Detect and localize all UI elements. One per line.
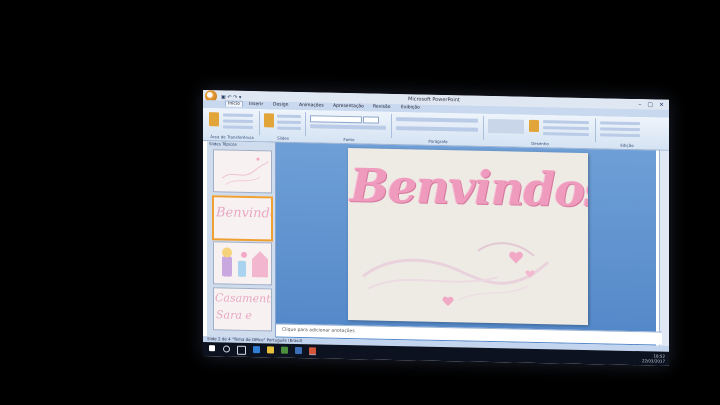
slide-thumbnail-4[interactable]: Casamento Sara e [213,287,272,332]
clock-date: 22/03/2017 [641,358,665,364]
powerpoint-taskbar-icon[interactable] [309,347,316,356]
copy-button[interactable] [223,119,253,124]
thumbnail-title-line2: Sara e [216,308,252,323]
font-name-input[interactable] [310,115,362,124]
group-label-font: Fonte [343,136,355,143]
slide-editor-area: Benvindos [276,142,656,346]
slide-thumbnail-1[interactable] [213,149,272,194]
group-editing: Edição [597,118,657,148]
layout-button[interactable] [277,114,301,119]
arrange-icon[interactable] [529,119,539,133]
shape-effects-button[interactable] [543,132,589,137]
group-font: Fonte [307,112,392,142]
group-clipboard: Área de Transferência [205,110,260,140]
shape-outline-button[interactable] [543,126,589,131]
shapes-gallery[interactable] [488,118,524,134]
find-button[interactable] [600,121,640,126]
select-button[interactable] [600,133,640,138]
thumbnail-title: Benvindos [216,205,273,222]
tab-apresentacao[interactable]: Apresentação [333,104,364,110]
group-label-editing: Edição [620,142,634,149]
store-icon[interactable] [281,346,288,354]
tab-design[interactable]: Design [273,102,289,107]
heart-icon [442,296,454,307]
group-label-clipboard: Área de Transferência [210,134,254,141]
edge-icon[interactable] [253,346,260,354]
group-drawing: Desenho [485,115,596,146]
group-label-paragraph: Parágrafo [428,138,448,145]
slide-thumbnail-2[interactable]: Benvindos [212,195,273,242]
explorer-icon[interactable] [267,346,274,354]
flourish-ornament [362,242,550,307]
shape-fill-button[interactable] [543,120,589,125]
group-slides: Slides [261,111,306,141]
current-slide[interactable]: Benvindos [348,148,588,326]
monitor-screen: ▣ ↶ ↷ ▾ Microsoft PowerPoint – ▢ ✕ Iníci… [203,90,669,366]
search-icon[interactable] [223,345,230,353]
tab-exibicao[interactable]: Exibição [401,105,420,110]
tab-revisao[interactable]: Revisão [373,105,390,110]
system-tray[interactable]: 18:52 22/03/2017 [642,353,665,363]
vertical-scrollbar[interactable] [659,150,669,346]
align-buttons[interactable] [396,126,478,132]
reset-button[interactable] [277,120,301,125]
font-size-input[interactable] [363,116,379,124]
cut-button[interactable] [223,113,253,118]
delete-button[interactable] [277,126,301,131]
slide-thumbnail-3[interactable] [213,241,272,286]
slides-pane: Slides Tópicos Benvindos Casamento Sara … [207,141,276,338]
format-painter-button[interactable] [223,125,253,130]
pane-tabs[interactable]: Slides Tópicos [209,141,237,147]
font-style-buttons[interactable] [310,124,386,130]
thumbnail-title-line1: Casamento [215,291,272,306]
flourish-graphic [221,157,269,185]
task-view-icon[interactable] [237,345,246,355]
tab-inicio[interactable]: Início [225,100,243,107]
tab-inserir[interactable]: Inserir [249,102,263,107]
tab-animacoes[interactable]: Animações [299,103,324,109]
new-slide-icon[interactable] [264,113,274,128]
heart-icon [509,251,523,264]
list-buttons[interactable] [396,117,478,123]
group-label-slides: Slides [277,135,289,141]
mail-icon[interactable] [295,346,302,355]
group-label-drawing: Desenho [531,140,549,147]
group-paragraph: Parágrafo [393,113,484,144]
replace-button[interactable] [600,127,640,132]
illustration-graphic [222,247,268,278]
paste-icon[interactable] [209,112,219,127]
start-icon[interactable] [209,345,215,352]
